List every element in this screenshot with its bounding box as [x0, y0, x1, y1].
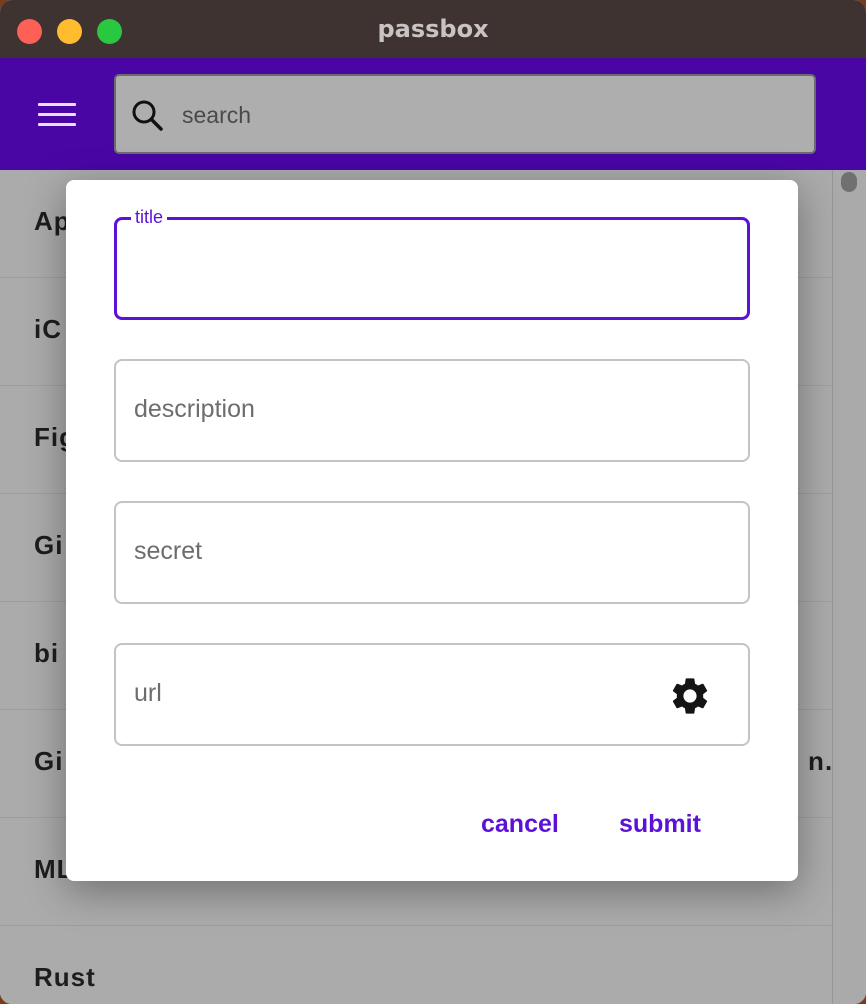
cancel-button[interactable]: cancel: [481, 810, 559, 839]
menu-icon[interactable]: [38, 103, 78, 127]
title-field[interactable]: title: [114, 207, 750, 320]
list-item-label: Gi: [34, 530, 64, 560]
app-window: passbox Ap iC Fig Gi bi Gin… ML Rust tit…: [0, 0, 866, 1004]
dialog-actions: cancel submit: [66, 810, 798, 850]
secret-input[interactable]: [134, 533, 654, 569]
list-item-label: iC: [34, 314, 62, 344]
list-item-label: Rust: [34, 962, 96, 992]
description-field[interactable]: [114, 359, 750, 462]
search-input[interactable]: [182, 98, 782, 132]
title-input[interactable]: [135, 250, 655, 286]
title-bar: passbox: [0, 0, 866, 58]
scrollbar[interactable]: [832, 170, 866, 1004]
submit-button[interactable]: submit: [619, 810, 701, 839]
list-item[interactable]: Rust: [0, 926, 832, 1004]
new-entry-dialog: title cancel submit: [66, 180, 798, 881]
search-bar[interactable]: [114, 74, 816, 154]
app-bar: [0, 58, 866, 170]
title-field-label: title: [131, 207, 168, 228]
description-input[interactable]: [134, 391, 654, 427]
url-field[interactable]: [114, 643, 750, 746]
secret-field[interactable]: [114, 501, 750, 604]
scrollbar-thumb[interactable]: [841, 172, 857, 192]
list-item-label: Gi: [34, 746, 64, 776]
list-item-label: bi: [34, 638, 60, 668]
gear-icon[interactable]: [668, 674, 712, 718]
search-icon: [132, 100, 163, 131]
window-title: passbox: [377, 15, 489, 43]
url-input[interactable]: [134, 675, 654, 711]
